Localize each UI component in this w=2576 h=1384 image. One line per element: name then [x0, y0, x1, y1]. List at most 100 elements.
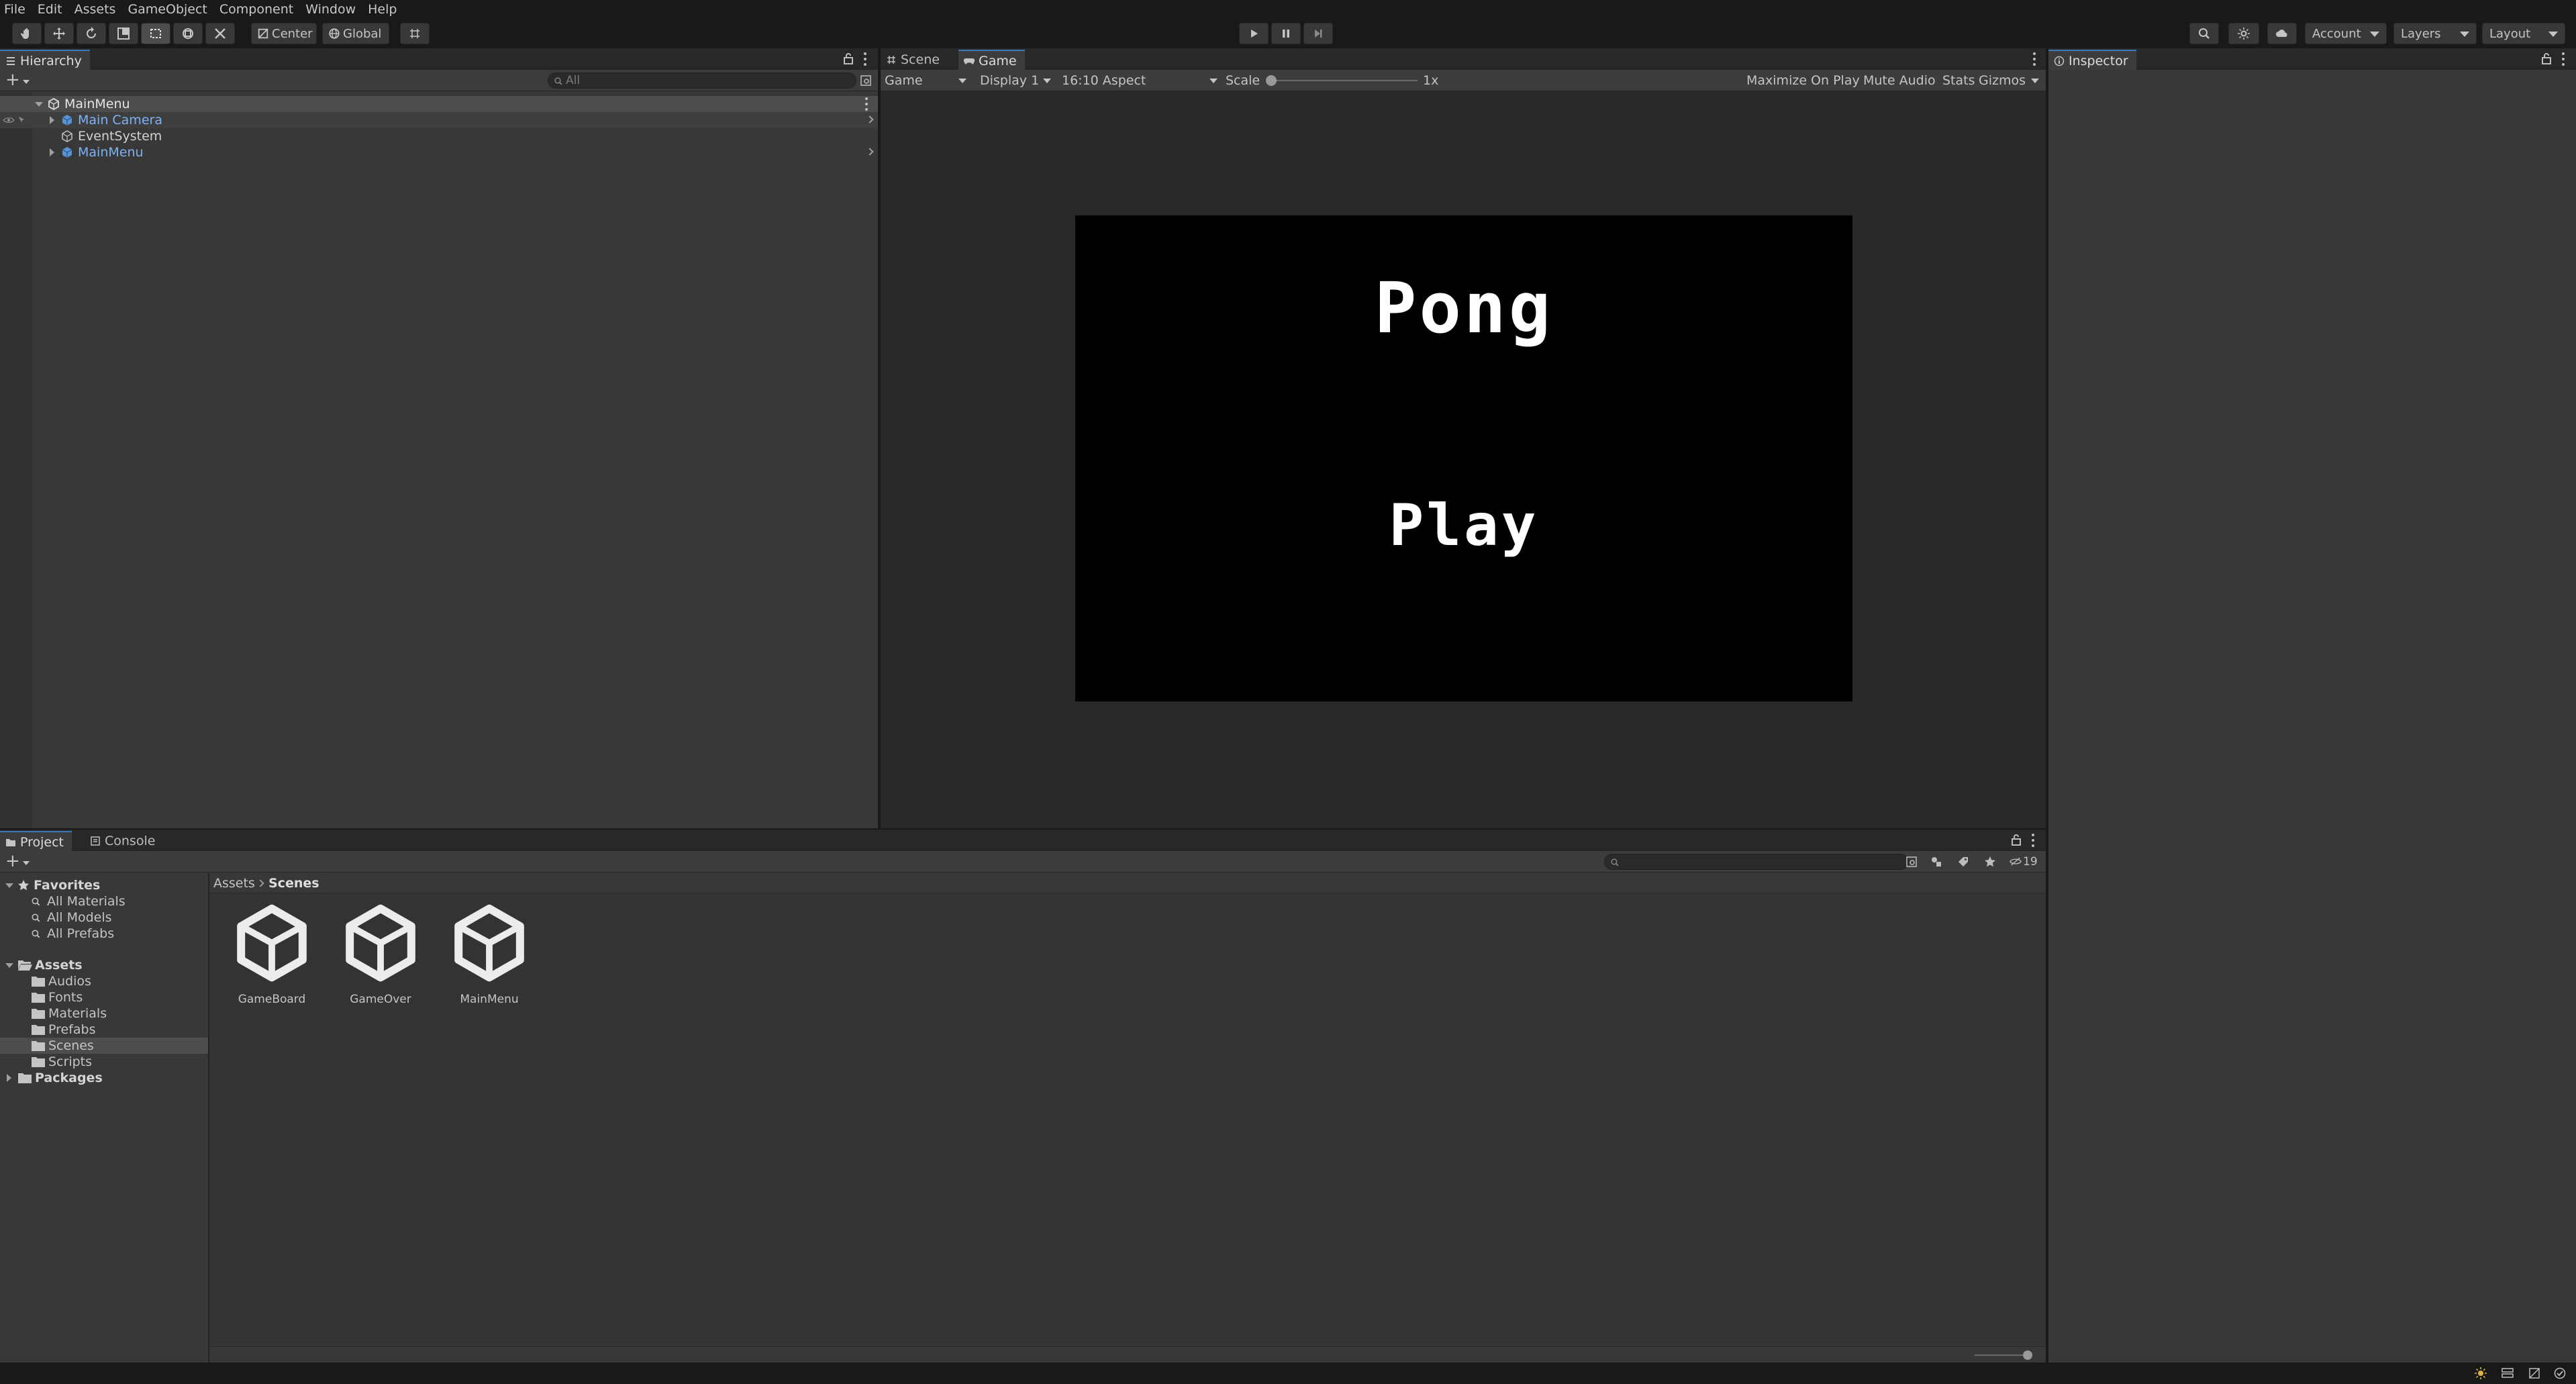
tree-folder-scenes[interactable]: Scenes [0, 1038, 208, 1054]
lighting-button[interactable] [2228, 23, 2259, 44]
tree-favorite-all-materials[interactable]: All Materials [0, 893, 208, 909]
search-button[interactable] [2189, 23, 2219, 44]
scale-slider-thumb[interactable] [1266, 75, 1277, 86]
tree-favorite-all-prefabs[interactable]: All Prefabs [0, 926, 208, 942]
search-filter-icon[interactable] [1906, 856, 1917, 867]
view-menu-icon[interactable] [2032, 52, 2036, 66]
tree-folder-fonts[interactable]: Fonts [0, 989, 208, 1005]
hierarchy-menu-icon[interactable] [863, 52, 867, 66]
tab-hierarchy[interactable]: Hierarchy [0, 50, 90, 70]
tree-folder-scripts[interactable]: Scripts [0, 1054, 208, 1070]
layout-dropdown[interactable]: Layout [2482, 23, 2565, 44]
chevron-right-icon[interactable] [866, 115, 874, 123]
project-toolbar: + 19 [0, 851, 2046, 873]
chevron-down-icon[interactable] [2031, 79, 2039, 83]
gizmos-toggle[interactable]: Gizmos [1979, 71, 2026, 90]
scene-visibility-icon[interactable] [860, 75, 871, 86]
tree-folder-prefabs[interactable]: Prefabs [0, 1022, 208, 1038]
move-tool-button[interactable] [44, 23, 74, 44]
menu-file[interactable]: File [4, 0, 26, 19]
hierarchy-item-eventsystem[interactable]: EventSystem [0, 128, 878, 144]
tree-folder-materials[interactable]: Materials [0, 1005, 208, 1022]
cache-server-icon[interactable] [2501, 1367, 2514, 1380]
layers-dropdown[interactable]: Layers [2393, 23, 2477, 44]
menu-component[interactable]: Component [219, 0, 293, 19]
game-render-area[interactable]: Pong Play [1075, 215, 1852, 701]
chevron-down-icon[interactable] [5, 963, 13, 968]
pivot-mode-button[interactable]: Center [251, 23, 317, 44]
pause-button[interactable] [1271, 23, 1301, 44]
chevron-down-icon[interactable] [35, 102, 43, 107]
chevron-right-icon[interactable] [50, 116, 54, 124]
game-mode-dropdown[interactable]: Game [885, 71, 969, 90]
scale-tool-button[interactable] [109, 23, 138, 44]
tab-project[interactable]: Project [0, 831, 72, 851]
tree-favorite-all-models[interactable]: All Models [0, 909, 208, 926]
aspect-dropdown[interactable]: 16:10 Aspect [1062, 71, 1220, 90]
hierarchy-scene-row[interactable]: MainMenu [0, 96, 878, 112]
breadcrumb-scenes[interactable]: Scenes [268, 873, 319, 893]
chevron-right-icon[interactable] [50, 148, 54, 156]
grid-snap-button[interactable] [400, 23, 430, 44]
scale-slider[interactable] [1266, 75, 1418, 86]
asset-gameover[interactable]: GameOver [330, 903, 431, 1006]
scene-menu-icon[interactable] [864, 97, 869, 111]
step-button[interactable] [1303, 23, 1333, 44]
tab-inspector[interactable]: Inspector [2048, 50, 2136, 70]
lock-icon[interactable] [2011, 834, 2022, 846]
asset-gameboard[interactable]: GameBoard [221, 903, 322, 1006]
play-button[interactable] [1239, 23, 1269, 44]
create-asset-button[interactable]: + [5, 852, 30, 870]
network-off-icon[interactable] [2528, 1367, 2541, 1380]
project-menu-icon[interactable] [2031, 834, 2035, 847]
tree-packages[interactable]: Packages [0, 1070, 208, 1086]
hidden-packages-icon[interactable] [2010, 857, 2022, 866]
chevron-down-icon[interactable] [5, 883, 13, 888]
project-search-field[interactable] [1604, 854, 1909, 870]
tab-scene[interactable]: Scene [881, 50, 948, 70]
asset-mainmenu[interactable]: MainMenu [439, 903, 540, 1006]
icon-size-slider[interactable] [1975, 1350, 2032, 1360]
tree-assets[interactable]: Assets [0, 957, 208, 973]
account-dropdown[interactable]: Account [2305, 23, 2387, 44]
inspector-menu-icon[interactable] [2561, 52, 2565, 66]
lighting-build-icon[interactable] [2474, 1367, 2487, 1380]
lock-icon[interactable] [2541, 52, 2552, 64]
breadcrumb-assets[interactable]: Assets [213, 873, 255, 893]
mute-audio-toggle[interactable]: Mute Audio [1863, 71, 1936, 90]
custom-tool-button[interactable] [205, 23, 235, 44]
menu-gameobject[interactable]: GameObject [128, 0, 207, 19]
tree-favorites[interactable]: Favorites [0, 877, 208, 893]
menu-help[interactable]: Help [368, 0, 397, 19]
menu-assets[interactable]: Assets [75, 0, 116, 19]
hierarchy-item-mainmenu[interactable]: MainMenu [0, 144, 878, 160]
maximize-on-play-toggle[interactable]: Maximize On Play [1746, 71, 1860, 90]
menu-window[interactable]: Window [305, 0, 356, 19]
filter-by-label-icon[interactable] [1957, 856, 1969, 868]
progress-check-icon[interactable] [2553, 1367, 2567, 1380]
icon-size-slider-thumb[interactable] [2023, 1350, 2032, 1360]
star-icon[interactable] [1984, 856, 1996, 868]
hand-tool-button[interactable] [12, 23, 42, 44]
menu-edit[interactable]: Edit [38, 0, 62, 19]
play-button-text[interactable]: Play [1075, 492, 1852, 559]
tab-game[interactable]: Game [958, 50, 1025, 70]
rect-tool-button[interactable] [141, 23, 170, 44]
eye-icon[interactable] [3, 116, 15, 124]
display-dropdown[interactable]: Display 1 [980, 71, 1054, 90]
rotate-tool-button[interactable] [77, 23, 106, 44]
tree-folder-audios[interactable]: Audios [0, 973, 208, 989]
create-button[interactable]: + [5, 71, 30, 89]
chevron-right-icon[interactable] [866, 148, 874, 156]
space-mode-button[interactable]: Global [322, 23, 389, 44]
chevron-right-icon[interactable] [7, 1074, 11, 1082]
transform-tool-button[interactable] [173, 23, 203, 44]
pick-icon[interactable] [17, 115, 27, 125]
filter-by-type-icon[interactable] [1930, 856, 1942, 868]
tab-console[interactable]: Console [85, 831, 163, 851]
stats-toggle[interactable]: Stats [1942, 71, 1975, 90]
cloud-button[interactable] [2267, 23, 2297, 44]
lock-icon[interactable] [843, 52, 854, 64]
hierarchy-search-field[interactable]: All [548, 72, 856, 89]
hierarchy-item-main-camera[interactable]: Main Camera [0, 112, 878, 128]
